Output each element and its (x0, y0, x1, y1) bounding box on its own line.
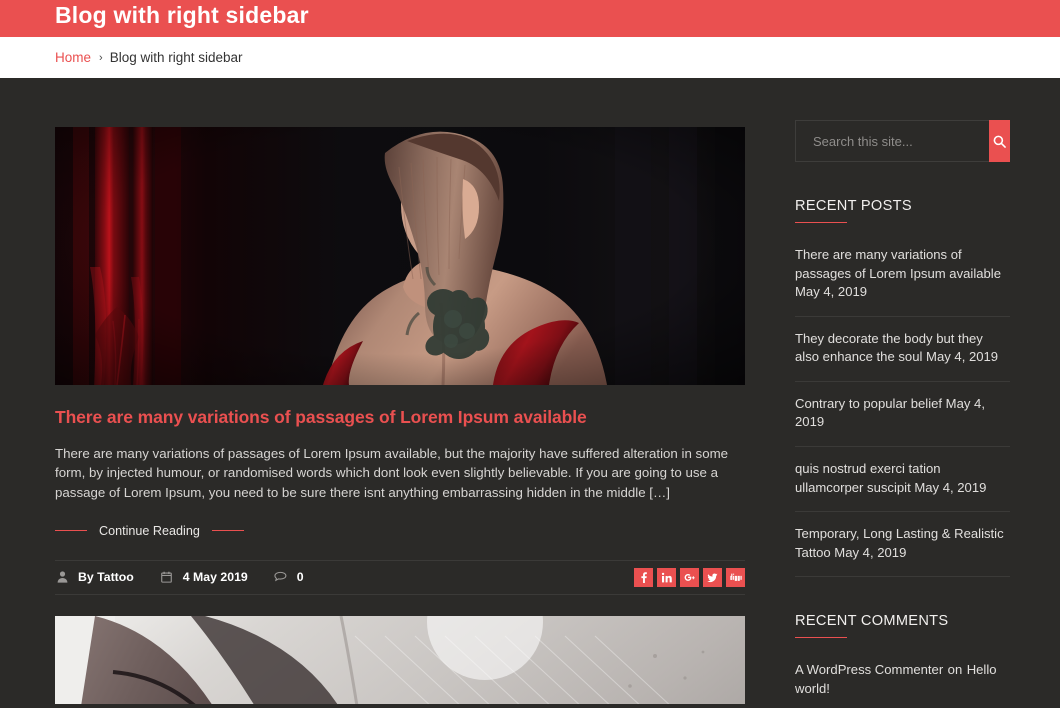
recent-post-link[interactable]: There are many variations of passages of… (795, 247, 1001, 299)
share-googleplus-button[interactable] (680, 567, 699, 587)
search-form (795, 120, 1010, 162)
list-item: quis nostrud exerci tation ullamcorper s… (795, 447, 1010, 513)
post-share-buttons (634, 567, 745, 587)
share-digg-button[interactable] (726, 567, 745, 587)
sidebar: Recent Posts There are many variations o… (795, 78, 1010, 708)
comment-author-link[interactable]: A WordPress Commenter (795, 662, 943, 677)
post-comment-count[interactable]: 0 (274, 570, 304, 584)
post-author-label: By Tattoo (78, 570, 134, 585)
comment-icon (274, 571, 288, 583)
share-facebook-button[interactable] (634, 567, 653, 587)
recent-post-link[interactable]: Temporary, Long Lasting & Realistic Tatt… (795, 526, 1004, 560)
comment-connector: on (947, 662, 963, 678)
list-item: There are many variations of passages of… (795, 233, 1010, 317)
breadcrumb-link-home[interactable]: Home (55, 50, 91, 65)
recent-post-link[interactable]: Contrary to popular belief May 4, 2019 (795, 396, 985, 430)
continue-rule-left (55, 530, 87, 532)
widget-title-recent-posts: Recent Posts (795, 198, 1010, 223)
search-icon (993, 135, 1006, 148)
page-body: There are many variations of passages of… (0, 78, 1060, 708)
post-featured-image[interactable] (55, 615, 745, 704)
calendar-icon (160, 571, 174, 583)
post-date: 4 May 2019 (160, 570, 248, 584)
post-item: There are many variations of passages of… (55, 127, 745, 595)
continue-reading-row: Continue Reading (55, 523, 745, 539)
recent-post-link[interactable]: They decorate the body but they also enh… (795, 331, 998, 365)
continue-reading-link[interactable]: Continue Reading (99, 524, 200, 538)
page-title: Blog with right sidebar (55, 2, 309, 28)
page-header-band: Blog with right sidebar (0, 0, 1060, 37)
list-item: A WordPress Commenter on Hello world! (795, 648, 1010, 708)
breadcrumb: Home › Blog with right sidebar (0, 37, 1060, 78)
list-item: They decorate the body but they also enh… (795, 317, 1010, 382)
list-item: Temporary, Long Lasting & Realistic Tatt… (795, 512, 1010, 578)
post-title-link[interactable]: There are many variations of passages of… (55, 407, 745, 428)
recent-post-link[interactable]: quis nostrud exerci tation ullamcorper s… (795, 461, 986, 495)
breadcrumb-separator-icon: › (99, 51, 103, 64)
widget-recent-comments: Recent Comments A WordPress Commenter on… (795, 613, 1010, 708)
breadcrumb-current: Blog with right sidebar (109, 50, 243, 65)
post-item (55, 615, 745, 704)
post-meta-group: By Tattoo 4 May 2019 0 (55, 570, 330, 584)
post-author[interactable]: By Tattoo (55, 570, 134, 584)
post-featured-image[interactable] (55, 127, 745, 385)
post-comment-count-label: 0 (296, 570, 304, 585)
user-icon (55, 571, 69, 583)
search-input[interactable] (796, 121, 989, 161)
post-list: There are many variations of passages of… (55, 78, 745, 708)
post-meta-bar: By Tattoo 4 May 2019 0 (55, 559, 745, 595)
post-excerpt: There are many variations of passages of… (55, 446, 729, 500)
continue-rule-right (211, 530, 244, 532)
share-twitter-button[interactable] (703, 567, 722, 587)
recent-comments-list: A WordPress Commenter on Hello world! (795, 648, 1010, 708)
widget-recent-posts: Recent Posts There are many variations o… (795, 198, 1010, 578)
list-item: Contrary to popular belief May 4, 2019 (795, 382, 1010, 448)
search-submit-button[interactable] (989, 120, 1010, 162)
post-date-label: 4 May 2019 (182, 570, 248, 585)
widget-title-recent-comments: Recent Comments (795, 613, 1010, 639)
recent-posts-list: There are many variations of passages of… (795, 233, 1010, 578)
share-linkedin-button[interactable] (657, 567, 676, 587)
